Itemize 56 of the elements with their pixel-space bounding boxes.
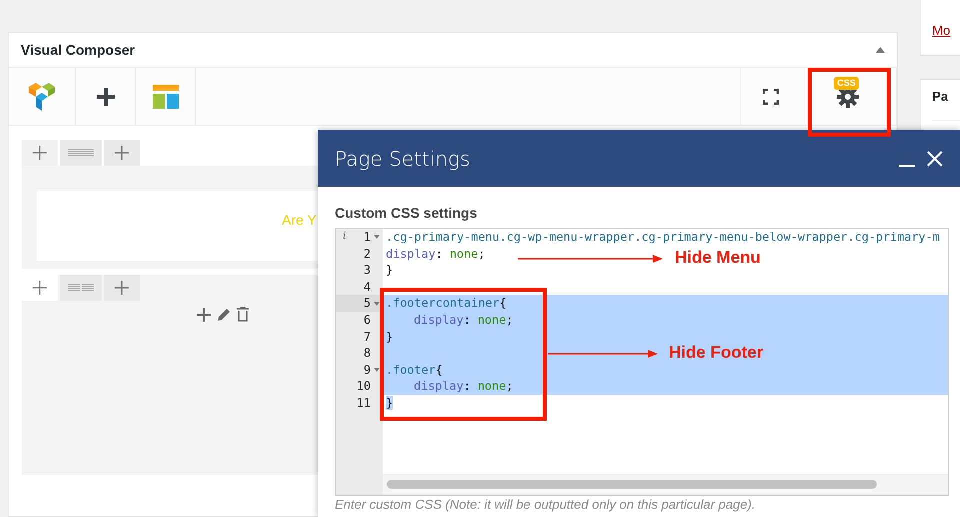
code-line: display: none; bbox=[414, 379, 514, 394]
line-number: 1 bbox=[362, 229, 371, 246]
line-number: 9 bbox=[362, 362, 371, 378]
code-line: display: none; bbox=[386, 246, 486, 261]
row-layout-button[interactable] bbox=[60, 275, 102, 301]
line-number: 8 bbox=[362, 345, 371, 362]
move-icon bbox=[33, 146, 47, 160]
cube-logo-icon bbox=[28, 82, 56, 112]
css-badge: CSS bbox=[834, 77, 859, 90]
plus-icon bbox=[115, 146, 129, 160]
horizontal-scrollbar[interactable] bbox=[383, 474, 948, 495]
line-number: 10 bbox=[356, 378, 371, 395]
plus-icon[interactable] bbox=[197, 308, 211, 322]
collapse-icon[interactable] bbox=[876, 47, 886, 53]
pencil-icon[interactable] bbox=[217, 308, 231, 322]
code-line: } bbox=[386, 263, 394, 278]
plus-icon bbox=[115, 281, 129, 295]
layout-icon bbox=[152, 84, 178, 108]
line-number: 4 bbox=[362, 278, 371, 296]
fullscreen-icon bbox=[762, 88, 779, 104]
minimize-icon bbox=[899, 164, 915, 166]
annotation-label: Hide Footer bbox=[669, 343, 764, 363]
code-line: display: none; bbox=[414, 312, 514, 327]
close-button[interactable] bbox=[927, 150, 943, 166]
fold-icon[interactable] bbox=[374, 368, 380, 372]
help-text: Enter custom CSS (Note: it will be outputted only on this particular page). bbox=[335, 497, 756, 512]
plus-icon bbox=[96, 88, 114, 106]
section-label: Custom CSS settings bbox=[335, 205, 478, 221]
line-number: 2 bbox=[362, 246, 371, 262]
line-number: 3 bbox=[362, 262, 371, 279]
row-layout-button[interactable] bbox=[60, 140, 102, 166]
line-number: 11 bbox=[356, 394, 371, 412]
move-handle[interactable] bbox=[22, 140, 58, 166]
move-icon bbox=[33, 281, 47, 295]
panel-title: Visual Composer bbox=[21, 42, 136, 58]
close-icon bbox=[927, 150, 943, 166]
columns-icon bbox=[68, 148, 94, 158]
code-line: } bbox=[386, 330, 394, 344]
content-text: Are Y bbox=[282, 211, 317, 229]
trash-icon[interactable] bbox=[237, 307, 249, 322]
line-number: 7 bbox=[362, 328, 371, 346]
add-column-button[interactable] bbox=[104, 275, 140, 301]
line-number: 6 bbox=[362, 312, 371, 329]
code-line: .cg-primary-menu.cg-wp-menu-wrapper.cg-primary-menu-below-wrapper.cg-primary-m bbox=[386, 230, 940, 244]
line-number: 5 bbox=[362, 295, 371, 312]
add-row-button[interactable] bbox=[104, 140, 140, 166]
modal-title: Page Settings bbox=[335, 146, 472, 170]
sidebar-link[interactable]: Mo bbox=[932, 23, 950, 38]
code-line: .footercontainer{ bbox=[386, 296, 507, 310]
annotation-label: Hide Menu bbox=[675, 248, 761, 268]
fold-icon[interactable] bbox=[374, 235, 380, 240]
columns-icon bbox=[68, 284, 94, 292]
info-marker: i bbox=[343, 230, 346, 244]
fold-icon[interactable] bbox=[374, 302, 380, 306]
code-line: .footer{ bbox=[386, 362, 443, 377]
sidebar-heading: Pa bbox=[932, 89, 950, 104]
